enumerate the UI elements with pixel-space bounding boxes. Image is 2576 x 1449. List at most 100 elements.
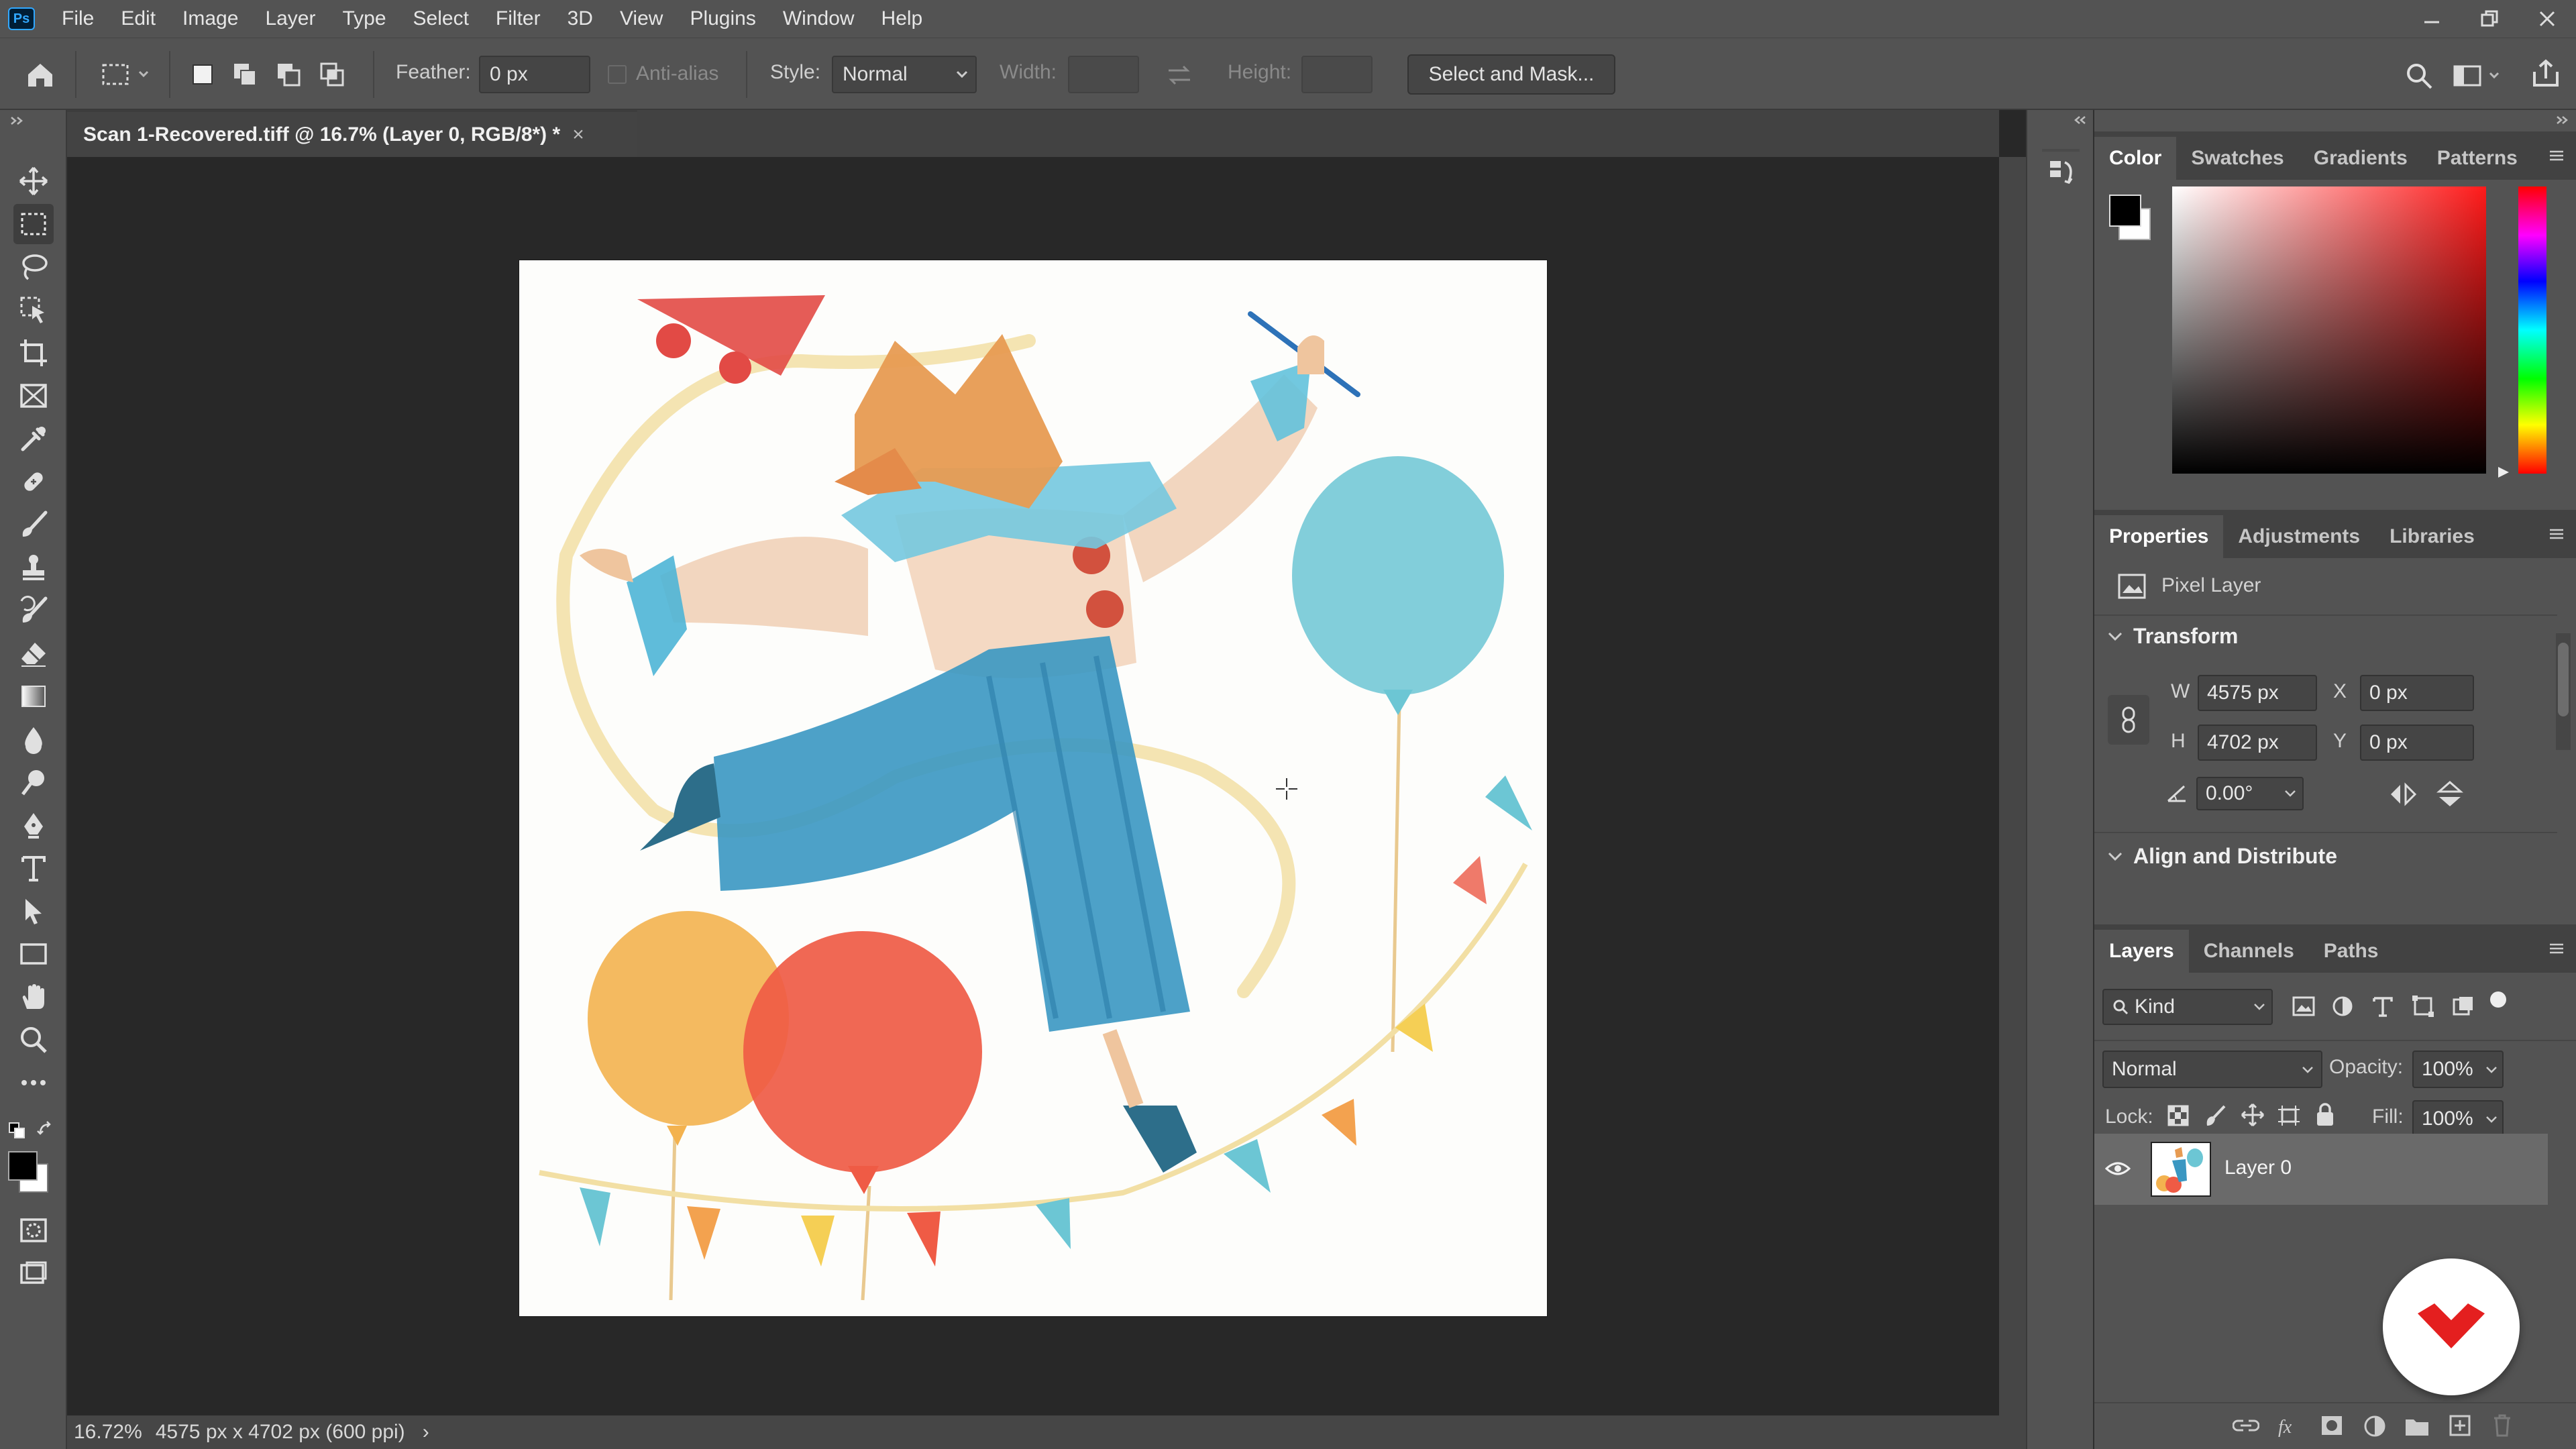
hand-tool-icon[interactable] — [13, 977, 54, 1017]
blend-mode-select[interactable]: Normal — [2102, 1051, 2322, 1088]
new-fill-adjustment-icon[interactable] — [2363, 1414, 2387, 1438]
transform-section-header[interactable]: Transform — [2106, 624, 2238, 649]
home-icon[interactable] — [25, 60, 55, 89]
object-selection-tool-icon[interactable] — [13, 290, 54, 330]
intersect-selection-icon[interactable] — [319, 61, 352, 88]
tab-color[interactable]: Color — [2094, 137, 2177, 180]
menu-3d[interactable]: 3D — [554, 7, 606, 30]
link-dimensions-icon[interactable] — [2108, 695, 2149, 745]
share-icon[interactable] — [2530, 58, 2561, 89]
marquee-preset-icon[interactable] — [101, 61, 154, 88]
document-tab[interactable]: Scan 1-Recovered.tiff @ 16.7% (Layer 0, … — [67, 110, 637, 157]
menu-image[interactable]: Image — [169, 7, 252, 30]
lock-artboard-icon[interactable] — [2277, 1104, 2301, 1127]
document-canvas[interactable] — [519, 260, 1547, 1316]
filter-type-icon[interactable] — [2371, 994, 2395, 1018]
color-panel-foreground-swatch[interactable] — [2109, 195, 2141, 227]
color-picker-field[interactable] — [2172, 186, 2486, 474]
more-tools-icon[interactable] — [13, 1063, 54, 1103]
flip-horizontal-icon[interactable] — [2388, 781, 2418, 808]
blur-tool-icon[interactable] — [13, 719, 54, 759]
menu-type[interactable]: Type — [329, 7, 399, 30]
style-select[interactable]: Normal — [832, 56, 977, 93]
add-to-selection-icon[interactable] — [231, 61, 265, 88]
move-tool-icon[interactable] — [13, 161, 54, 201]
quick-mask-icon[interactable] — [13, 1210, 54, 1250]
menu-window[interactable]: Window — [769, 7, 868, 30]
close-tab-icon[interactable]: × — [572, 123, 584, 146]
panel-menu-icon[interactable] — [2545, 927, 2568, 970]
filter-shape-icon[interactable] — [2411, 994, 2435, 1018]
close-icon[interactable] — [2518, 0, 2576, 38]
workspace-icon[interactable] — [2453, 62, 2506, 89]
new-layer-icon[interactable] — [2449, 1414, 2471, 1437]
tab-layers[interactable]: Layers — [2094, 930, 2189, 973]
lock-transparent-pixels-icon[interactable] — [2167, 1104, 2190, 1127]
filter-smart-object-icon[interactable] — [2451, 994, 2475, 1018]
fill-field[interactable]: 100% — [2412, 1100, 2504, 1138]
panel-menu-icon[interactable] — [2545, 513, 2568, 555]
height-field[interactable]: 4702 px — [2198, 724, 2317, 761]
tab-patterns[interactable]: Patterns — [2422, 137, 2532, 180]
feather-input[interactable]: 0 px — [479, 56, 590, 93]
menu-select[interactable]: Select — [400, 7, 482, 30]
layer-name[interactable]: Layer 0 — [2224, 1157, 2292, 1179]
status-menu-arrow[interactable]: › — [423, 1421, 429, 1444]
menu-help[interactable]: Help — [868, 7, 936, 30]
rectangular-marquee-tool-icon[interactable] — [13, 204, 54, 244]
y-field[interactable]: 0 px — [2360, 724, 2474, 761]
properties-scrollbar[interactable] — [2556, 633, 2571, 750]
photoshop-logo[interactable]: Ps — [8, 7, 35, 30]
layer-filter-select[interactable]: Kind — [2102, 989, 2273, 1025]
history-panel-icon[interactable] — [2045, 154, 2080, 189]
select-and-mask-button[interactable]: Select and Mask... — [1407, 54, 1615, 95]
menu-layer[interactable]: Layer — [252, 7, 329, 30]
menu-plugins[interactable]: Plugins — [676, 7, 769, 30]
align-distribute-section-header[interactable]: Align and Distribute — [2106, 844, 2337, 869]
hue-slider-marker[interactable] — [2497, 466, 2510, 479]
eye-visibility-icon[interactable] — [2105, 1159, 2131, 1178]
path-selection-tool-icon[interactable] — [13, 891, 54, 931]
filter-toggle-icon[interactable] — [2490, 991, 2506, 1008]
eraser-tool-icon[interactable] — [13, 633, 54, 674]
delete-layer-icon[interactable] — [2491, 1413, 2513, 1438]
filter-pixel-icon[interactable] — [2292, 994, 2316, 1018]
lock-image-pixels-icon[interactable] — [2204, 1104, 2227, 1127]
add-mask-icon[interactable] — [2320, 1414, 2344, 1437]
tab-paths[interactable]: Paths — [2309, 930, 2394, 973]
x-field[interactable]: 0 px — [2360, 675, 2474, 711]
default-colors-icon[interactable] — [8, 1122, 25, 1139]
width-field[interactable]: 4575 px — [2198, 675, 2317, 711]
menu-edit[interactable]: Edit — [107, 7, 169, 30]
eyedropper-tool-icon[interactable] — [13, 419, 54, 459]
foreground-color-swatch[interactable] — [8, 1151, 38, 1181]
zoom-tool-icon[interactable] — [13, 1020, 54, 1060]
pen-tool-icon[interactable] — [13, 805, 54, 845]
canvas-area[interactable] — [67, 157, 1999, 1415]
crop-tool-icon[interactable] — [13, 333, 54, 373]
hue-slider[interactable] — [2518, 186, 2546, 474]
menu-view[interactable]: View — [606, 7, 676, 30]
brush-tool-icon[interactable] — [13, 504, 54, 545]
tab-swatches[interactable]: Swatches — [2176, 137, 2298, 180]
history-brush-tool-icon[interactable] — [13, 590, 54, 631]
collapse-panels-icon[interactable] — [2555, 115, 2568, 125]
antialias-checkbox[interactable] — [608, 65, 627, 84]
panel-menu-icon[interactable] — [2545, 134, 2568, 177]
tab-adjustments[interactable]: Adjustments — [2223, 515, 2375, 558]
rectangle-tool-icon[interactable] — [13, 934, 54, 974]
type-tool-icon[interactable] — [13, 848, 54, 888]
tab-libraries[interactable]: Libraries — [2375, 515, 2489, 558]
restore-icon[interactable] — [2461, 0, 2518, 38]
layer-row[interactable]: Layer 0 — [2094, 1134, 2548, 1205]
tab-gradients[interactable]: Gradients — [2299, 137, 2422, 180]
clone-stamp-tool-icon[interactable] — [13, 547, 54, 588]
floating-logo-button[interactable] — [2383, 1258, 2520, 1395]
tab-channels[interactable]: Channels — [2189, 930, 2309, 973]
lock-all-icon[interactable] — [2314, 1103, 2336, 1127]
lasso-tool-icon[interactable] — [13, 247, 54, 287]
layer-style-fx-icon[interactable]: fx — [2275, 1413, 2302, 1440]
link-layers-icon[interactable] — [2233, 1415, 2259, 1436]
new-group-icon[interactable] — [2404, 1415, 2430, 1437]
collapse-arrows-icon[interactable] — [9, 115, 25, 126]
